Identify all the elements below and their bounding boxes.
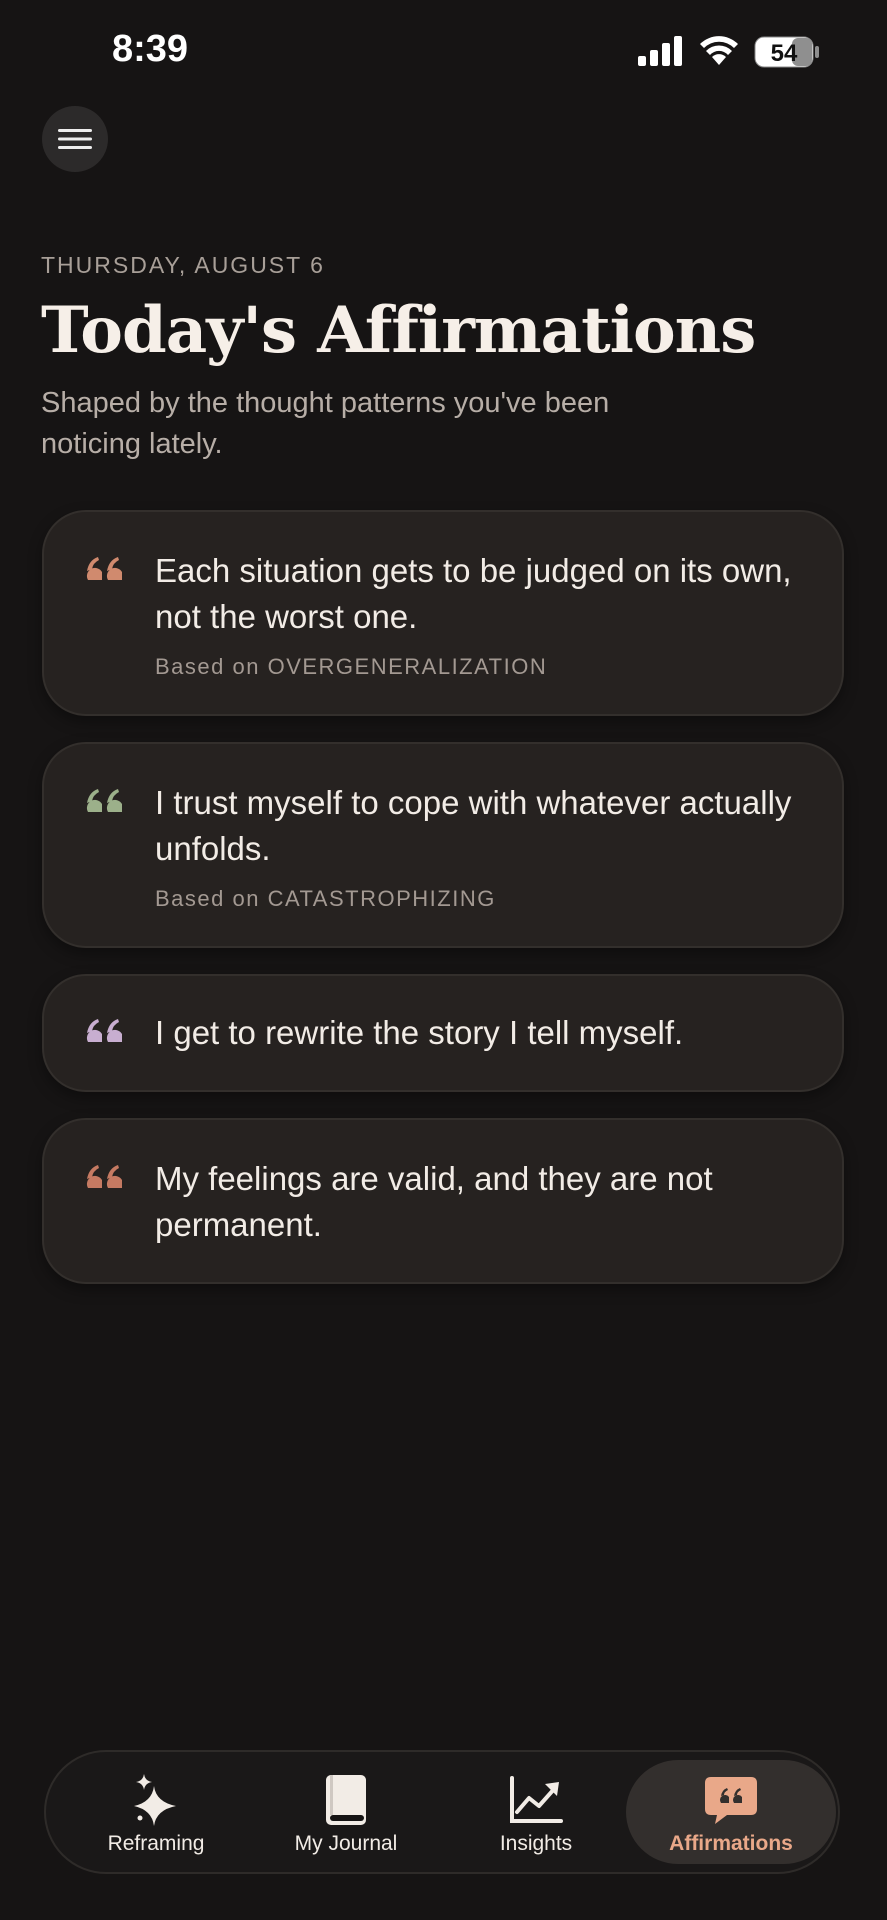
quote-icon [86,789,122,812]
affirmation-basis: Based on CATASTROPHIZING [155,886,496,911]
tab-label: Affirmations [669,1832,793,1855]
tab-label: My Journal [294,1832,398,1855]
tab-affirmations[interactable]: Affirmations [626,1760,836,1864]
page-title: Today's Affirmations [41,293,756,368]
affirmation-card[interactable]: My feelings are valid, and they are not … [42,1118,844,1284]
menu-button[interactable] [42,106,108,172]
hamburger-menu-icon [58,129,92,149]
tab-label: Reframing [107,1832,205,1855]
wifi-icon [700,36,738,65]
trend-chart-icon [510,1776,563,1823]
tab-my-journal[interactable]: My Journal [252,1760,440,1864]
affirmation-card[interactable]: I get to rewrite the story I tell myself… [42,974,844,1092]
battery-icon: 54 [754,36,819,68]
sparkles-icon [134,1774,176,1826]
quote-icon [86,1165,122,1188]
affirmation-card[interactable]: Each situation gets to be judged on its … [42,510,844,716]
status-bar: 8:39 54 [0,0,887,105]
tab-label: Insights [499,1832,573,1855]
affirmation-text: Each situation gets to be judged on its … [155,552,792,635]
bottom-tab-bar: Reframing My Journal Insights Affirmatio… [44,1750,840,1874]
affirmation-list: Each situation gets to be judged on its … [42,510,844,1310]
quote-icon [86,1019,122,1042]
date-label: THURSDAY, AUGUST 6 [41,252,325,278]
affirmation-card[interactable]: I trust myself to cope with whatever act… [42,742,844,948]
affirmation-text: I get to rewrite the story I tell myself… [155,1014,684,1051]
affirmation-text: My feelings are valid, and they are not … [155,1160,713,1243]
affirmation-text: I trust myself to cope with whatever act… [155,784,792,867]
page-subtitle: Shaped by the thought patterns you've be… [41,387,610,460]
tab-insights[interactable]: Insights [442,1760,630,1864]
cellular-signal-icon [638,36,682,66]
tab-reframing[interactable]: Reframing [62,1760,250,1864]
affirmation-basis: Based on OVERGENERALIZATION [155,654,548,679]
quote-bubble-icon [705,1777,757,1824]
status-time: 8:39 [112,28,189,70]
book-icon [326,1775,366,1825]
quote-icon [86,557,122,580]
battery-level: 54 [771,40,798,67]
page-header: THURSDAY, AUGUST 6 Today's Affirmations … [41,252,841,465]
